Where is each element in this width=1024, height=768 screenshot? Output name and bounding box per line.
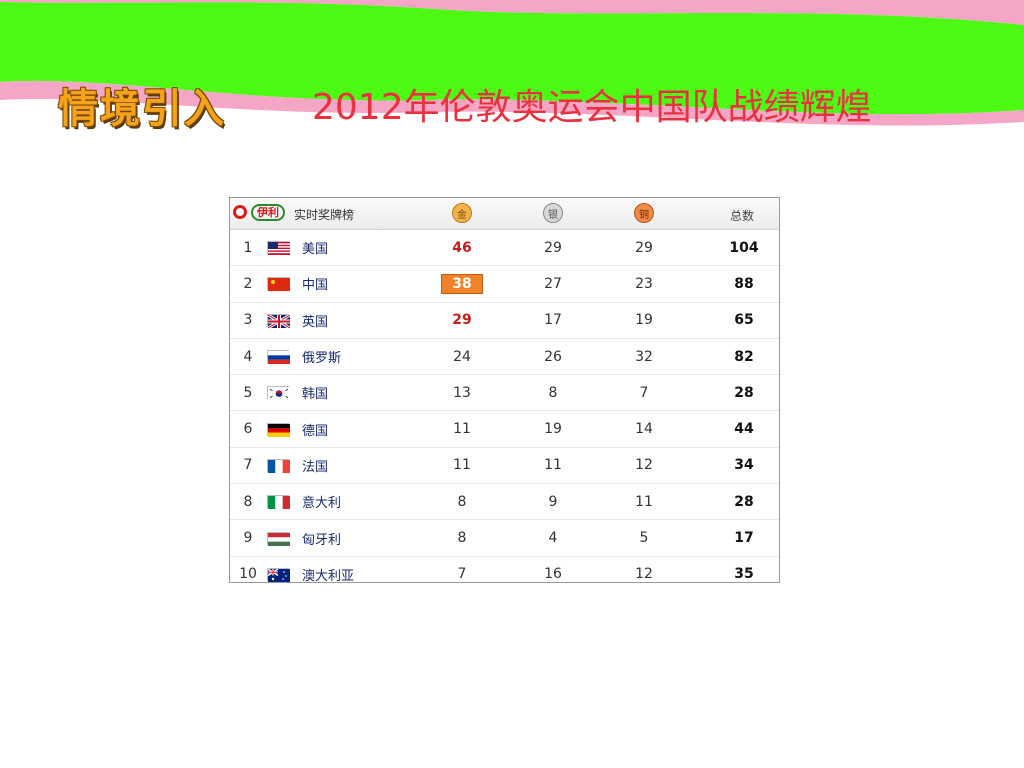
silver-count: 19 [544, 421, 562, 438]
bronze-count: 12 [635, 457, 653, 474]
gold-count: 13 [453, 384, 471, 401]
country-name: 美国 [302, 242, 329, 258]
sponsor-logo: 伊利 [251, 204, 285, 221]
table-row: 9 匈牙利 8 4 5 17 [230, 520, 779, 557]
gold-count: 29 [452, 312, 472, 329]
table-row: 7 法国 11 11 12 34 [230, 448, 779, 485]
total-count: 28 [734, 384, 754, 401]
bronze-count: 32 [635, 348, 653, 365]
hu-flag-icon [267, 520, 290, 555]
bronze-count: 11 [635, 493, 653, 510]
de-flag-icon [267, 411, 290, 446]
bronze-count: 5 [639, 530, 649, 547]
total-count: 104 [729, 239, 759, 256]
cn-flag-icon [267, 266, 290, 301]
table-row: 2 中国 38 27 23 88 [230, 266, 779, 303]
bronze-count: 7 [639, 384, 649, 401]
total-count: 28 [734, 493, 754, 510]
bronze-count: 12 [635, 566, 653, 583]
rank: 1 [243, 239, 253, 256]
slide-title: 2012年伦敦奥运会中国队战绩辉煌 [312, 87, 872, 128]
bronze-count: 14 [635, 421, 653, 438]
silver-count: 4 [548, 530, 558, 547]
country-name: 中国 [302, 278, 329, 294]
rank: 9 [243, 530, 253, 547]
country-name: 俄罗斯 [302, 351, 342, 367]
bronze-count: 23 [635, 275, 653, 292]
rank: 3 [243, 312, 253, 329]
gold-count: 46 [452, 239, 472, 256]
rank: 2 [243, 275, 253, 292]
bronze-medal-icon: 铜 [634, 203, 654, 223]
table-row: 8 意大利 8 9 11 28 [230, 484, 779, 521]
gold-cell: 38 [436, 266, 488, 301]
gold-count: 24 [453, 348, 471, 365]
silver-count: 29 [544, 239, 562, 256]
gold-count: 11 [453, 421, 471, 438]
country-name: 法国 [302, 459, 329, 475]
country-name: 意大利 [302, 496, 342, 512]
table-row: 1 美国 46 29 29 104 [230, 230, 779, 267]
medal-table-title: 实时奖牌榜 [294, 208, 355, 222]
us-flag-icon [267, 230, 290, 265]
rank: 8 [243, 493, 253, 510]
gold-count: 38 [441, 273, 483, 294]
silver-count: 9 [548, 493, 558, 510]
medal-table-header: 伊利 实时奖牌榜 金 银 铜 总数 [230, 198, 779, 230]
country-name: 澳大利亚 [302, 568, 355, 584]
total-count: 35 [734, 566, 754, 583]
fr-flag-icon [267, 448, 290, 483]
rank: 5 [243, 384, 253, 401]
total-count: 88 [734, 275, 754, 292]
silver-medal-icon: 银 [543, 203, 563, 223]
rank: 4 [243, 348, 253, 365]
table-row: 10 澳大利亚 7 16 12 35 [230, 557, 779, 592]
au-flag-icon [267, 557, 290, 592]
olympic-logo-icon [233, 205, 247, 219]
table-row: 4 俄罗斯 24 26 32 82 [230, 339, 779, 376]
total-count: 65 [734, 312, 754, 329]
country-name: 德国 [302, 423, 329, 439]
silver-count: 17 [544, 312, 562, 329]
medal-table-body: 1 美国 46 29 29 104 2 中国 38 27 23 88 3 英国 29 17 19 65 4 俄罗斯 24… [230, 230, 779, 592]
section-label: 情境引入 [58, 86, 226, 132]
rank: 7 [243, 457, 253, 474]
gold-count: 8 [457, 530, 467, 547]
silver-count: 8 [548, 384, 558, 401]
kr-flag-icon [267, 375, 290, 410]
silver-count: 16 [544, 566, 562, 583]
total-count: 34 [734, 457, 754, 474]
table-row: 3 英国 29 17 19 65 [230, 303, 779, 339]
silver-count: 11 [544, 457, 562, 474]
country-name: 匈牙利 [302, 532, 342, 548]
total-column-header: 总数 [730, 209, 755, 223]
bronze-count: 19 [635, 312, 653, 329]
country-name: 韩国 [302, 387, 329, 403]
it-flag-icon [267, 484, 290, 519]
silver-count: 27 [544, 275, 562, 292]
gold-count: 11 [453, 457, 471, 474]
gold-count: 7 [457, 566, 467, 583]
table-row: 5 韩国 13 8 7 28 [230, 375, 779, 412]
bronze-count: 29 [635, 239, 653, 256]
gb-flag-icon [267, 303, 291, 338]
gold-medal-icon: 金 [452, 203, 472, 223]
table-row: 6 德国 11 19 14 44 [230, 411, 779, 448]
ru-flag-icon [267, 339, 290, 374]
rank: 10 [239, 566, 257, 583]
rank: 6 [243, 421, 253, 438]
gold-count: 8 [457, 493, 467, 510]
medal-table: 伊利 实时奖牌榜 金 银 铜 总数 1 美国 46 29 29 104 2 中国 38 27 23 8… [229, 197, 780, 584]
total-count: 82 [734, 348, 754, 365]
total-count: 44 [734, 421, 754, 438]
country-name: 英国 [302, 314, 329, 330]
silver-count: 26 [544, 348, 562, 365]
total-count: 17 [734, 530, 754, 547]
